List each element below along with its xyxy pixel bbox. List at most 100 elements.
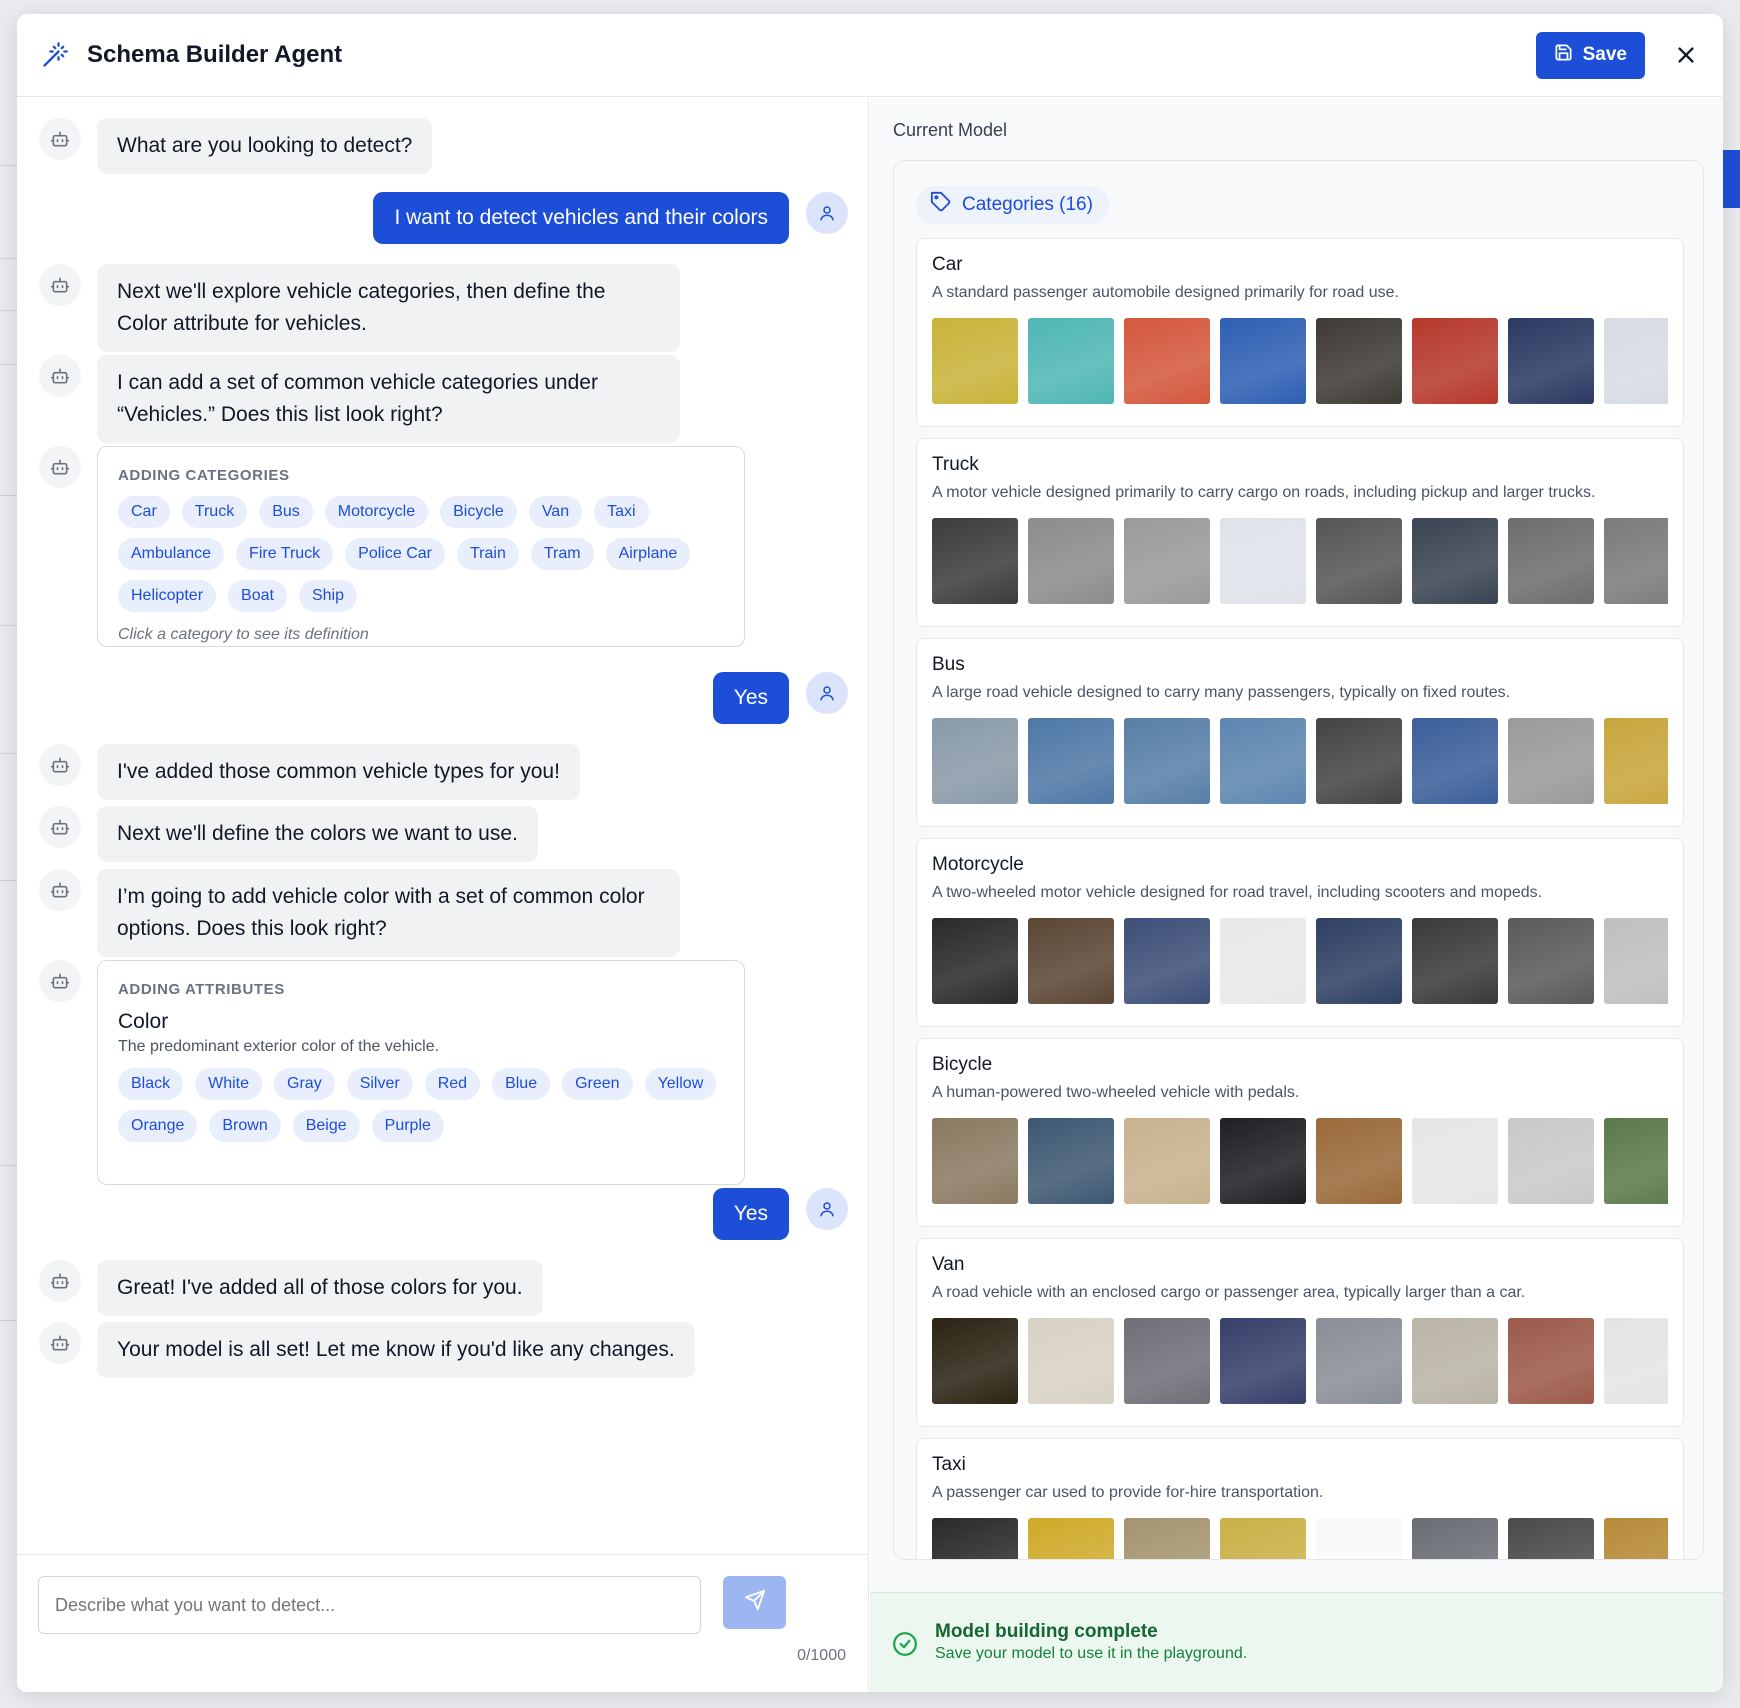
category-chip[interactable]: Taxi	[594, 496, 649, 528]
example-image[interactable]	[1412, 918, 1498, 1004]
color-chip[interactable]: Orange	[118, 1110, 198, 1142]
category-chip[interactable]: Train	[456, 538, 519, 570]
category-chip[interactable]: Bus	[259, 496, 313, 528]
example-image[interactable]	[1508, 318, 1594, 404]
category-chip[interactable]: Police Car	[345, 538, 445, 570]
example-image[interactable]	[932, 1118, 1018, 1204]
example-image[interactable]	[1412, 318, 1498, 404]
example-image[interactable]	[1508, 518, 1594, 604]
category-card[interactable]: Taxi A passenger car used to provide for-…	[916, 1438, 1684, 1559]
send-button[interactable]	[723, 1576, 786, 1629]
save-button[interactable]: Save	[1535, 31, 1645, 79]
color-chip[interactable]: Gray	[274, 1068, 335, 1100]
example-image[interactable]	[1316, 518, 1402, 604]
example-image[interactable]	[1316, 718, 1402, 804]
example-image[interactable]	[1124, 1118, 1210, 1204]
example-image[interactable]	[1028, 1318, 1114, 1404]
example-image[interactable]	[1508, 1318, 1594, 1404]
example-image[interactable]	[1604, 1118, 1668, 1204]
example-image[interactable]	[932, 918, 1018, 1004]
color-chip[interactable]: Green	[562, 1068, 633, 1100]
example-image[interactable]	[1412, 1118, 1498, 1204]
example-image[interactable]	[932, 718, 1018, 804]
example-image[interactable]	[1316, 1118, 1402, 1204]
example-image[interactable]	[1028, 518, 1114, 604]
example-image[interactable]	[1604, 318, 1668, 404]
color-chip[interactable]: Silver	[346, 1068, 413, 1100]
example-image[interactable]	[1508, 1118, 1594, 1204]
category-card[interactable]: Car A standard passenger automobile desig…	[916, 238, 1684, 427]
example-image[interactable]	[1604, 718, 1668, 804]
example-image[interactable]	[1124, 318, 1210, 404]
example-image[interactable]	[1412, 1518, 1498, 1559]
example-image[interactable]	[1316, 918, 1402, 1004]
category-card[interactable]: Bicycle A human-powered two-wheeled vehic…	[916, 1038, 1684, 1227]
category-chip[interactable]: Truck	[181, 496, 248, 528]
example-image[interactable]	[1028, 318, 1114, 404]
example-image[interactable]	[1412, 518, 1498, 604]
example-image[interactable]	[1124, 518, 1210, 604]
category-card[interactable]: Motorcycle A two-wheeled motor vehicle de…	[916, 838, 1684, 1027]
color-chip[interactable]: Yellow	[644, 1068, 717, 1100]
example-image[interactable]	[1220, 1518, 1306, 1559]
color-chip[interactable]: Purple	[371, 1110, 444, 1142]
example-image[interactable]	[1028, 918, 1114, 1004]
example-image[interactable]	[932, 1318, 1018, 1404]
example-image[interactable]	[1124, 1518, 1210, 1559]
example-image[interactable]	[1028, 1518, 1114, 1559]
category-card[interactable]: Truck A motor vehicle designed primarily …	[916, 438, 1684, 627]
example-image[interactable]	[1604, 918, 1668, 1004]
tab-categories[interactable]: Categories (16)	[916, 186, 1109, 224]
example-image[interactable]	[1412, 1318, 1498, 1404]
example-image[interactable]	[1220, 918, 1306, 1004]
category-name: Bus	[932, 654, 965, 675]
example-image[interactable]	[1220, 718, 1306, 804]
color-chip[interactable]: Beige	[292, 1110, 360, 1142]
category-chip[interactable]: Airplane	[605, 538, 691, 570]
category-card[interactable]: Bus A large road vehicle designed to carr…	[916, 638, 1684, 827]
color-chip[interactable]: White	[195, 1068, 263, 1100]
example-image[interactable]	[1316, 1518, 1402, 1559]
category-chip[interactable]: Van	[528, 496, 583, 528]
example-image[interactable]	[932, 518, 1018, 604]
example-image[interactable]	[1508, 1518, 1594, 1559]
color-chip[interactable]: Blue	[492, 1068, 551, 1100]
example-image[interactable]	[1028, 1118, 1114, 1204]
category-chip[interactable]: Ship	[298, 580, 357, 612]
example-image[interactable]	[1508, 718, 1594, 804]
example-image[interactable]	[1220, 1318, 1306, 1404]
category-chip[interactable]: Tram	[530, 538, 594, 570]
example-image[interactable]	[1604, 1518, 1668, 1559]
category-chip[interactable]: Bicycle	[440, 496, 517, 528]
category-card[interactable]: Van A road vehicle with an enclosed cargo…	[916, 1238, 1684, 1427]
message-input[interactable]	[38, 1576, 701, 1634]
example-image[interactable]	[1124, 1318, 1210, 1404]
example-image[interactable]	[1316, 1318, 1402, 1404]
color-chip[interactable]: Red	[424, 1068, 481, 1100]
color-chip[interactable]: Brown	[209, 1110, 281, 1142]
category-chip[interactable]: Car	[118, 496, 170, 528]
category-chip[interactable]: Boat	[228, 580, 287, 612]
category-chip[interactable]: Ambulance	[118, 538, 225, 570]
bot-message-text: Next we'll explore vehicle categories, t…	[97, 264, 680, 352]
message-list[interactable]: What are you looking to detect? I want t…	[17, 98, 868, 1554]
example-image[interactable]	[1316, 318, 1402, 404]
example-image[interactable]	[1508, 918, 1594, 1004]
category-chip[interactable]: Helicopter	[118, 580, 217, 612]
example-image[interactable]	[1124, 718, 1210, 804]
example-image[interactable]	[1412, 718, 1498, 804]
example-image[interactable]	[932, 318, 1018, 404]
category-chip[interactable]: Fire Truck	[236, 538, 334, 570]
color-chip[interactable]: Black	[118, 1068, 184, 1100]
example-image[interactable]	[1028, 718, 1114, 804]
example-image[interactable]	[1220, 318, 1306, 404]
close-icon[interactable]	[1673, 42, 1699, 68]
category-chip[interactable]: Motorcycle	[324, 496, 429, 528]
example-image[interactable]	[1604, 518, 1668, 604]
example-image[interactable]	[1220, 518, 1306, 604]
example-image[interactable]	[1220, 1118, 1306, 1204]
example-image[interactable]	[1604, 1318, 1668, 1404]
model-card[interactable]: Categories (16) Car A standard passenger …	[893, 160, 1704, 1560]
example-image[interactable]	[932, 1518, 1018, 1559]
example-image[interactable]	[1124, 918, 1210, 1004]
